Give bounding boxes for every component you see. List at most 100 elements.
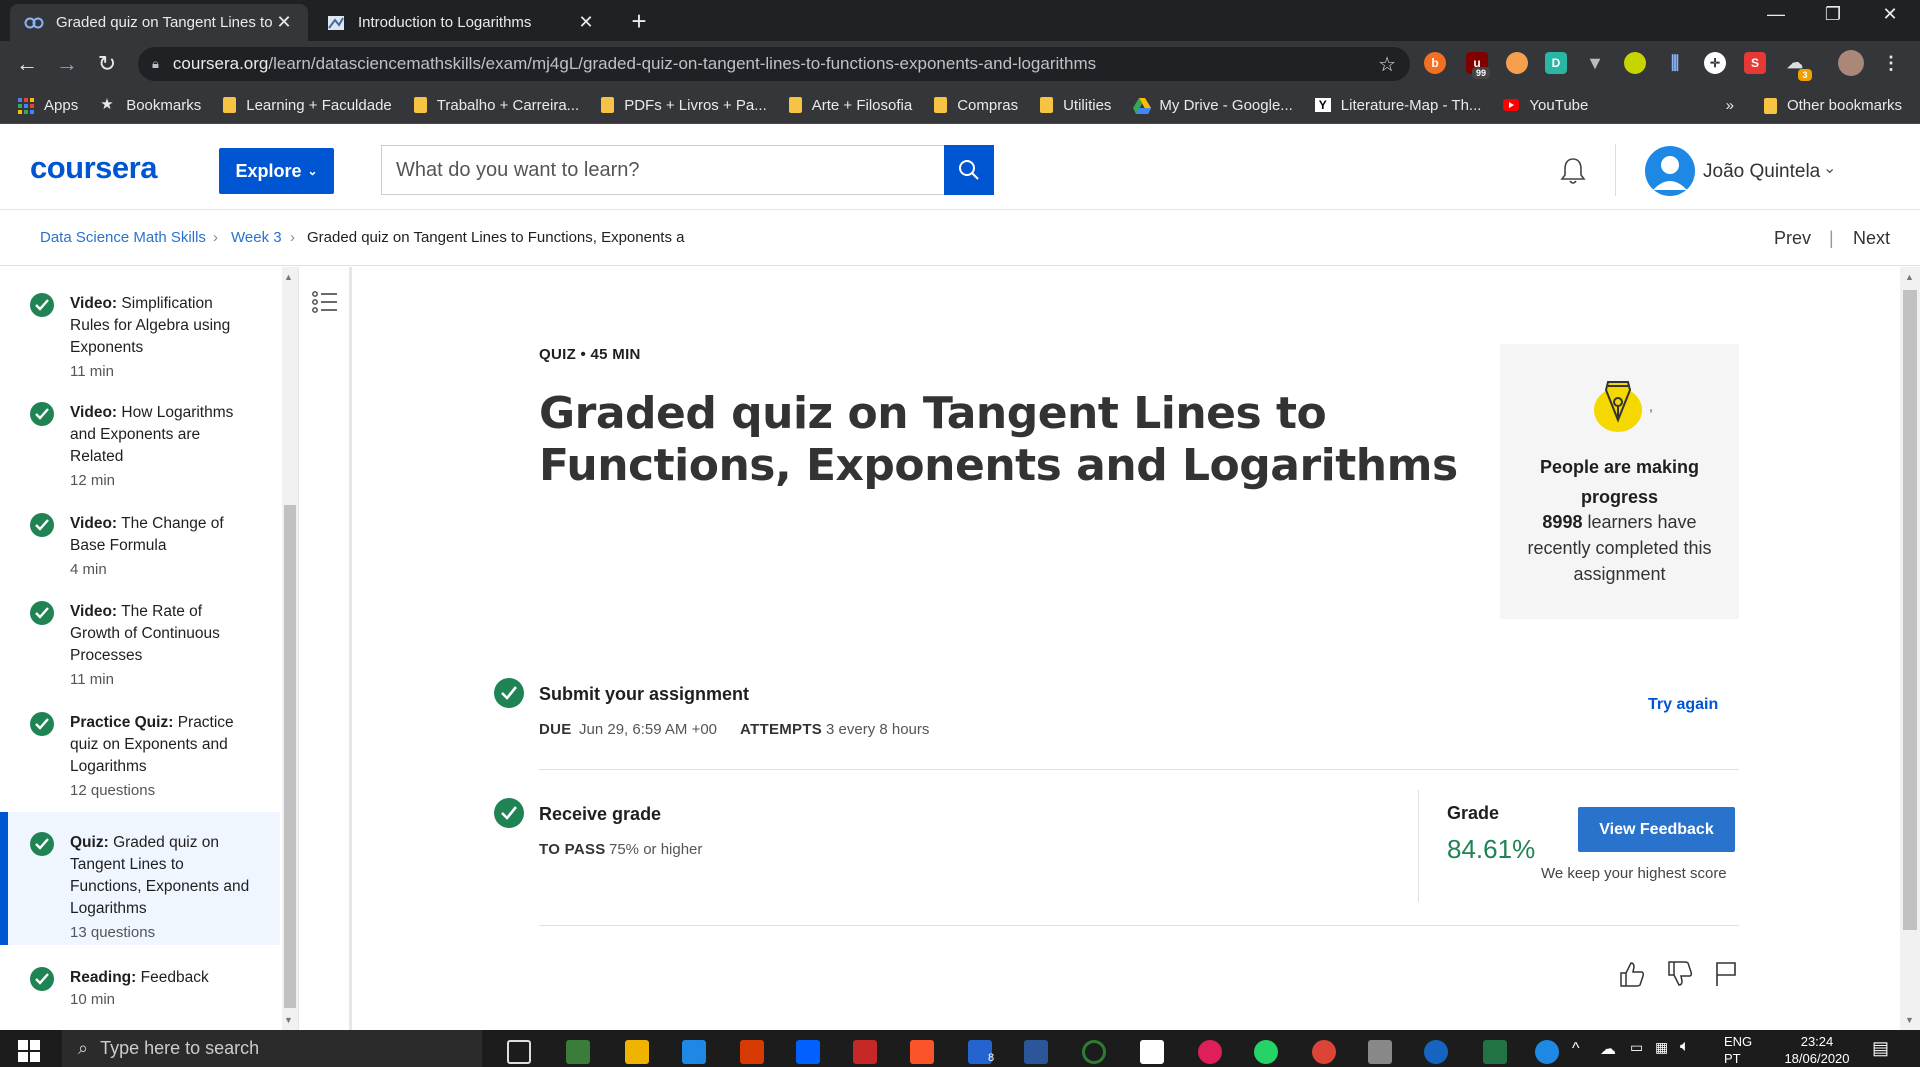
thumbs-up-icon[interactable] xyxy=(1618,960,1646,988)
excel-icon[interactable] xyxy=(1483,1040,1507,1064)
notifications-bell-icon[interactable] xyxy=(1558,156,1588,186)
sidebar-item-rate-of-growth[interactable]: Video: The Rate of Growth of Continuous … xyxy=(0,581,280,689)
chrome-icon[interactable] xyxy=(1312,1040,1336,1064)
tray-chevron-up-icon[interactable]: ^ xyxy=(1572,1040,1580,1058)
try-again-link[interactable]: Try again xyxy=(1648,696,1718,714)
flag-icon[interactable] xyxy=(1712,960,1740,988)
slack-icon[interactable] xyxy=(1198,1040,1222,1064)
close-window-icon[interactable]: ✕ xyxy=(1870,4,1910,25)
browser-menu-icon[interactable]: ⋮ xyxy=(1880,52,1902,74)
action-center-icon[interactable]: ▤ xyxy=(1872,1038,1889,1059)
breadcrumb-week-link[interactable]: Week 3 xyxy=(231,229,282,246)
app-icon[interactable] xyxy=(1082,1040,1106,1064)
bookmark-folder[interactable]: Arte + Filosofia xyxy=(788,97,912,114)
user-name[interactable]: João Quintela xyxy=(1703,161,1820,183)
receive-grade-title: Receive grade xyxy=(539,804,662,824)
bookmark-folder[interactable]: PDFs + Livros + Pa... xyxy=(601,97,767,114)
extension-s-icon[interactable]: S xyxy=(1744,52,1766,74)
bookmark-folder[interactable]: Compras xyxy=(934,97,1018,114)
to-pass-value: 75% or higher xyxy=(609,841,703,858)
restore-icon[interactable]: ❐ xyxy=(1813,4,1853,25)
app-icon[interactable] xyxy=(1424,1040,1448,1064)
outline-list-icon[interactable] xyxy=(311,289,339,315)
user-avatar[interactable] xyxy=(1645,146,1695,196)
search-button[interactable] xyxy=(944,145,994,195)
volume-icon[interactable]: 🔈︎ xyxy=(1680,1038,1690,1056)
extension-grammarly-icon[interactable] xyxy=(1624,52,1646,74)
scroll-up-icon[interactable]: ▲ xyxy=(284,272,293,282)
bookmark-folder[interactable]: Trabalho + Carreira... xyxy=(413,97,579,114)
bookmark-literature-map[interactable]: Y Literature-Map - Th... xyxy=(1314,97,1481,114)
windows-start-icon[interactable] xyxy=(18,1040,40,1062)
next-link[interactable]: Next xyxy=(1853,228,1890,249)
tab-coursera[interactable]: Graded quiz on Tangent Lines to ✕ xyxy=(10,4,308,41)
network-icon[interactable]: ▦ xyxy=(1655,1039,1668,1056)
help-icon[interactable] xyxy=(1535,1040,1559,1064)
word-icon[interactable] xyxy=(1024,1040,1048,1064)
extension-honey-icon[interactable] xyxy=(1506,52,1528,74)
onedrive-icon[interactable]: ☁ xyxy=(1600,1039,1616,1059)
bookmark-bookmarks[interactable]: ★ Bookmarks xyxy=(100,97,201,114)
extension-stats-icon[interactable]: ⫼ xyxy=(1664,52,1686,74)
office-icon[interactable] xyxy=(740,1040,764,1064)
view-feedback-button[interactable]: View Feedback xyxy=(1578,807,1735,852)
calculator-icon[interactable] xyxy=(1368,1040,1392,1064)
bookmark-google-drive[interactable]: My Drive - Google... xyxy=(1133,97,1293,114)
task-view-icon[interactable] xyxy=(507,1040,531,1064)
main-scroll-thumb[interactable] xyxy=(1903,290,1917,930)
thumbs-down-icon[interactable] xyxy=(1666,960,1694,988)
coursera-logo[interactable]: coursera xyxy=(30,150,157,186)
reload-icon[interactable]: ↻ xyxy=(92,49,122,79)
back-icon[interactable]: ← xyxy=(12,49,42,79)
extension-dashlane-icon[interactable]: D xyxy=(1545,52,1567,74)
dropbox-icon[interactable] xyxy=(796,1040,820,1064)
forward-icon[interactable]: → xyxy=(52,49,82,79)
sidebar-item-change-of-base[interactable]: Video: The Change of Base Formula 4 min xyxy=(0,493,280,579)
brave-icon[interactable] xyxy=(910,1040,934,1064)
sidebar-item-title: Video: Simplification Rules for Algebra … xyxy=(70,293,250,359)
whatsapp-icon[interactable] xyxy=(1254,1040,1278,1064)
explore-button[interactable]: Explore ⌄ xyxy=(219,148,334,194)
scroll-up-icon[interactable]: ▲ xyxy=(1905,272,1914,282)
scroll-down-icon[interactable]: ▼ xyxy=(284,1015,293,1025)
battery-icon[interactable]: ▭ xyxy=(1630,1039,1643,1056)
language-indicator[interactable]: ENG PT xyxy=(1724,1034,1752,1066)
sidebar-item-practice-quiz[interactable]: Practice Quiz: Practice quiz on Exponent… xyxy=(0,692,280,802)
address-bar[interactable]: 🔒︎ coursera.org/learn/datasciencemathski… xyxy=(138,47,1410,81)
new-tab-icon[interactable]: + xyxy=(624,6,654,37)
extension-target-icon[interactable]: ✛ xyxy=(1704,52,1726,74)
bookmark-star-icon[interactable]: ☆ xyxy=(1378,52,1396,77)
breadcrumb-course-link[interactable]: Data Science Math Skills xyxy=(40,229,206,246)
prev-link[interactable]: Prev xyxy=(1774,228,1811,249)
minimize-icon[interactable]: — xyxy=(1756,4,1796,25)
search-field[interactable] xyxy=(381,145,945,195)
sidebar-scroll-thumb[interactable] xyxy=(284,505,296,1008)
item-kind: Reading: xyxy=(70,969,137,986)
close-tab-icon[interactable]: ✕ xyxy=(576,12,596,33)
bookmark-apps[interactable]: Apps xyxy=(18,97,78,114)
app-icon[interactable] xyxy=(566,1040,590,1064)
app-icon[interactable] xyxy=(853,1040,877,1064)
sidebar-item-logarithms-exponents[interactable]: Video: How Logarithms and Exponents are … xyxy=(0,382,280,490)
clock[interactable]: 23:24 18/06/2020 xyxy=(1780,1034,1854,1066)
bookmarks-overflow-icon[interactable]: » xyxy=(1726,97,1734,114)
close-tab-icon[interactable]: ✕ xyxy=(274,12,294,33)
bookmark-youtube[interactable]: YouTube xyxy=(1503,97,1588,114)
scroll-down-icon[interactable]: ▼ xyxy=(1905,1015,1914,1025)
bookmark-folder[interactable]: Utilities xyxy=(1040,97,1111,114)
extension-brave-rewards-icon[interactable]: b xyxy=(1424,52,1446,74)
sidebar-item-feedback-reading[interactable]: Reading: Feedback 10 min xyxy=(0,947,280,1027)
search-input[interactable] xyxy=(396,158,945,182)
taskbar-search[interactable]: ⌕ Type here to search xyxy=(62,1030,482,1067)
profile-avatar-icon[interactable] xyxy=(1838,50,1864,76)
sidebar-item-graded-quiz[interactable]: Quiz: Graded quiz on Tangent Lines to Fu… xyxy=(0,812,280,945)
app-icon[interactable] xyxy=(1140,1040,1164,1064)
mail-icon[interactable] xyxy=(682,1040,706,1064)
chevron-down-icon[interactable]: ⌄ xyxy=(1823,158,1836,178)
file-explorer-icon[interactable] xyxy=(625,1040,649,1064)
tab-logarithms[interactable]: Introduction to Logarithms ✕ xyxy=(312,4,610,41)
bookmark-folder[interactable]: Learning + Faculdade xyxy=(223,97,392,114)
sidebar-item-simplification-rules[interactable]: Video: Simplification Rules for Algebra … xyxy=(0,267,280,380)
other-bookmarks[interactable]: Other bookmarks xyxy=(1763,97,1902,114)
extension-filter-icon[interactable]: ▼ xyxy=(1584,52,1606,74)
